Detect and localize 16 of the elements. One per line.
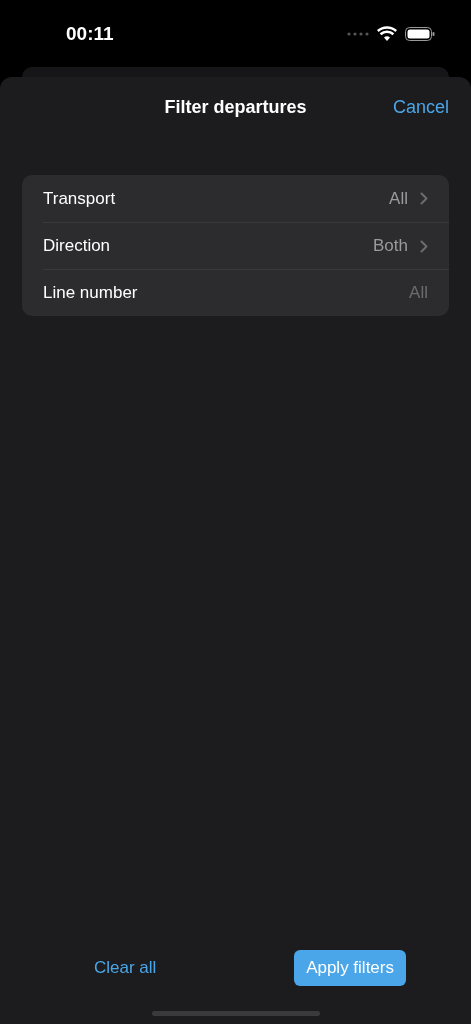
chevron-icon [420, 239, 428, 253]
filter-label: Line number [43, 283, 139, 303]
filter-label: Direction [43, 236, 112, 256]
battery-icon [405, 26, 435, 41]
signal-icon [347, 31, 369, 36]
chevron-icon [420, 192, 428, 205]
filter-value[interactable]: Both [373, 236, 408, 256]
status-time: 00:11 [66, 22, 114, 45]
wifi-icon [377, 26, 397, 41]
filter-value[interactable]: All [389, 188, 408, 209]
clear-all-button[interactable]: Clear all [94, 958, 157, 978]
cancel-button[interactable]: Cancel [392, 96, 449, 118]
filter-field[interactable]: All [409, 283, 428, 303]
sheet-title: Filter departures [164, 96, 307, 118]
filter-label: Transport [43, 188, 117, 209]
apply-filters-button[interactable]: Apply filters [294, 950, 406, 986]
